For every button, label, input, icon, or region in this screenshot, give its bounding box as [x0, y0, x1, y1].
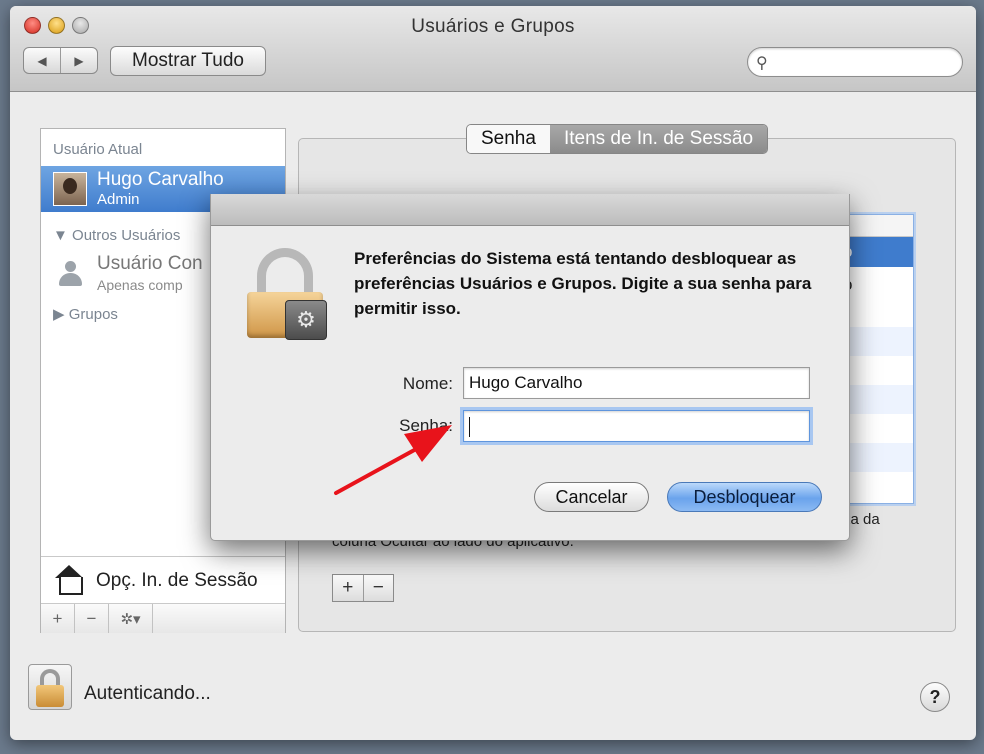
password-field[interactable] — [463, 410, 810, 442]
back-forward-control: ◀ ▶ — [23, 47, 98, 74]
list-header — [841, 215, 913, 237]
show-all-button[interactable]: Mostrar Tudo — [110, 46, 266, 76]
avatar — [53, 172, 87, 206]
other-users-header[interactable]: ▼ Outros Usuários — [53, 227, 180, 244]
add-login-item-button[interactable]: + — [333, 575, 363, 601]
current-user-header: Usuário Atual — [53, 141, 143, 158]
title-bar: Usuários e Grupos ◀ ▶ Mostrar Tudo ⚲ — [10, 6, 976, 92]
disclosure-down-icon: ▼ — [53, 227, 68, 244]
dialog-message: Preferências do Sistema está tentando de… — [354, 249, 812, 318]
login-items-toolbar: + − — [332, 574, 394, 602]
search-field[interactable]: ⚲ — [747, 47, 963, 77]
login-options-item[interactable]: Opç. In. de Sessão — [41, 556, 285, 603]
tab-login-items[interactable]: Itens de In. de Sessão — [549, 125, 768, 153]
groups-label: Grupos — [68, 306, 118, 323]
add-user-button[interactable]: + — [41, 604, 75, 633]
list-row-stripe — [841, 385, 913, 414]
tab-bar: Senha Itens de In. de Sessão — [466, 124, 769, 154]
remove-user-button[interactable]: − — [75, 604, 109, 633]
padlock-icon: ⚙ — [247, 248, 331, 340]
dialog-top-bar — [211, 194, 849, 226]
back-button[interactable]: ◀ — [24, 48, 60, 73]
forward-button[interactable]: ▶ — [60, 48, 97, 73]
remove-login-item-button[interactable]: − — [362, 575, 394, 601]
login-items-list[interactable]: o o — [840, 214, 914, 504]
search-icon: ⚲ — [756, 55, 768, 72]
text-cursor — [469, 416, 470, 437]
current-user-role: Admin — [97, 191, 140, 208]
authentication-dialog: ⚙ Preferências do Sistema está tentando … — [210, 194, 850, 541]
house-icon — [53, 565, 85, 595]
list-row-stripe — [841, 443, 913, 472]
lock-button[interactable] — [28, 664, 72, 710]
guest-user-icon — [57, 261, 83, 287]
auth-status-text: Autenticando... — [84, 683, 211, 704]
system-preferences-gear-icon: ⚙ — [285, 300, 327, 340]
unlock-button[interactable]: Desbloquear — [667, 482, 822, 512]
guest-user-name[interactable]: Usuário Con — [97, 253, 203, 275]
guest-user-subtitle: Apenas comp — [97, 277, 183, 293]
other-users-label: Outros Usuários — [72, 227, 181, 244]
help-button[interactable]: ? — [920, 682, 950, 712]
disclosure-right-icon: ▶ — [53, 306, 65, 323]
tab-password[interactable]: Senha — [467, 125, 550, 153]
list-item-selected[interactable]: o — [841, 237, 913, 267]
sidebar-toolbar: + − ✲▾ — [41, 603, 285, 633]
name-label: Nome: — [402, 374, 453, 393]
groups-header[interactable]: ▶ Grupos — [53, 305, 118, 323]
list-row-stripe — [841, 327, 913, 356]
window-title: Usuários e Grupos — [411, 16, 575, 37]
cancel-button[interactable]: Cancelar — [534, 482, 649, 512]
login-options-label: Opç. In. de Sessão — [96, 570, 258, 591]
password-label: Senha: — [399, 416, 453, 435]
window: Usuários e Grupos ◀ ▶ Mostrar Tudo ⚲ Usu… — [10, 6, 976, 740]
current-user-name: Hugo Carvalho — [97, 169, 224, 190]
name-field[interactable]: Hugo Carvalho — [463, 367, 810, 399]
gear-menu-button[interactable]: ✲▾ — [109, 604, 153, 633]
lock-icon — [36, 685, 64, 707]
